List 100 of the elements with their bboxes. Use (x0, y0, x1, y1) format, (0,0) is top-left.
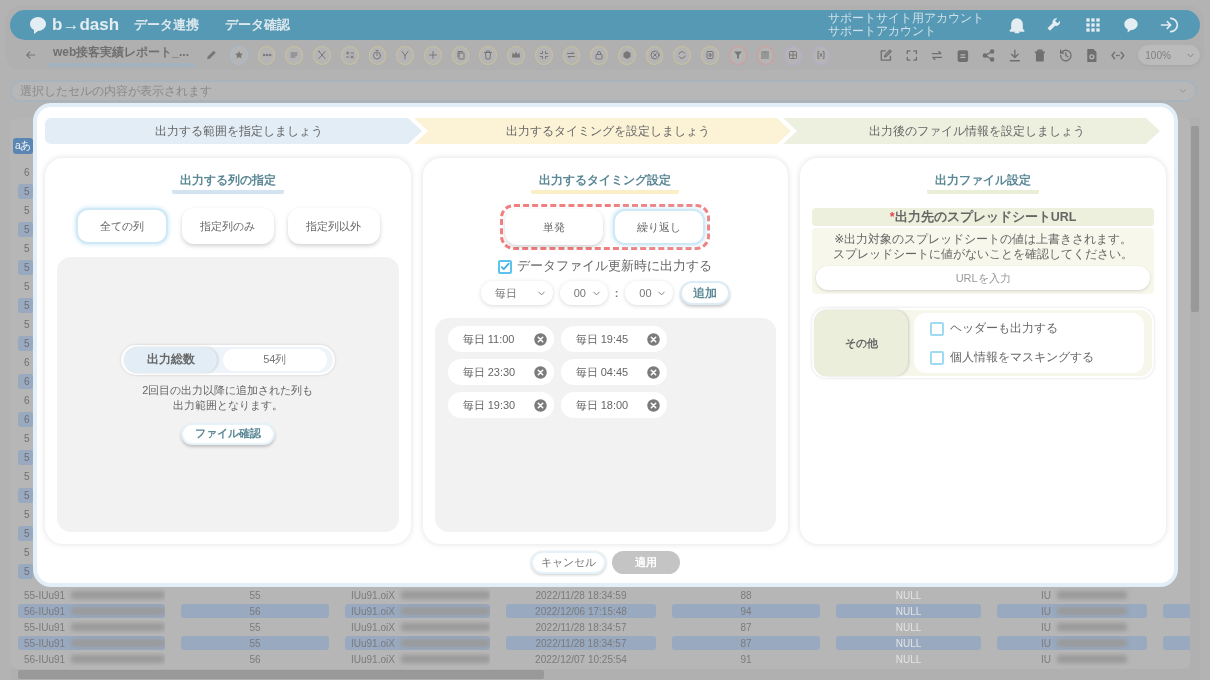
tool-button[interactable] (340, 45, 359, 65)
refresh-icon (676, 49, 689, 61)
plus-icon (426, 49, 439, 61)
tool-button[interactable] (756, 45, 775, 65)
schedule-time: 毎日 18:00 (575, 397, 629, 413)
tool-button[interactable] (534, 45, 553, 65)
table-cell: 56 (249, 605, 261, 617)
columns-icon (759, 49, 772, 61)
back-arrow-icon[interactable] (24, 48, 37, 62)
checkbox-label: データファイル更新時に出力する (517, 258, 713, 275)
tool-button[interactable] (562, 45, 581, 65)
add-button[interactable]: 追加 (680, 281, 731, 305)
table-cell: 5 (18, 526, 33, 541)
remove-icon[interactable] (532, 397, 548, 413)
cancel-button[interactable]: キャンセル (531, 551, 606, 574)
tool-button[interactable] (812, 45, 830, 65)
schedule-time: 毎日 23:30 (462, 364, 516, 380)
tool-button[interactable] (618, 45, 636, 65)
table-cell: 55-IUu91 (24, 621, 66, 633)
bell-icon[interactable] (1007, 15, 1027, 35)
remove-icon[interactable] (532, 364, 548, 380)
option-button[interactable]: 全ての列 (75, 208, 168, 244)
table-cell-text: 5 (23, 242, 31, 256)
tool-button[interactable] (285, 45, 304, 65)
tool-button[interactable] (507, 45, 525, 65)
tool-button[interactable] (673, 45, 692, 65)
url-input-field[interactable]: URLを入力 (816, 266, 1150, 290)
option-button[interactable]: 指定列のみ (181, 208, 274, 244)
time-select[interactable]: 00 (559, 281, 608, 305)
table-cell: 5 (18, 564, 33, 579)
step-banner: 出力後のファイル情報を設定しましょう (783, 118, 1160, 144)
option-button[interactable]: 指定列以外 (287, 208, 380, 244)
tool-button[interactable] (229, 45, 248, 65)
table-cell-text: 5 (23, 280, 31, 294)
option-button[interactable]: 繰り返し (613, 209, 706, 245)
tool-button[interactable] (451, 45, 470, 65)
table-cell: 56 (249, 653, 261, 665)
table-cell-text: 6 (23, 166, 31, 180)
copy-icon (454, 49, 467, 61)
logout-icon[interactable] (1159, 15, 1179, 35)
fork-icon (399, 49, 412, 61)
tool-button[interactable] (396, 45, 414, 65)
pencil-icon[interactable] (204, 48, 218, 62)
tool-button[interactable] (368, 45, 387, 65)
table-cell-text: 5 (23, 508, 31, 522)
remove-icon[interactable] (645, 397, 661, 413)
table-cell: IU (1041, 605, 1051, 617)
checkbox[interactable] (930, 321, 945, 336)
remove-icon[interactable] (532, 331, 548, 347)
table-cell-text: 5 (23, 204, 31, 218)
blurred-text (1057, 623, 1127, 631)
file-check-button[interactable]: ファイル確認 (180, 422, 275, 445)
tool-button[interactable] (590, 45, 608, 65)
tool-button[interactable] (423, 45, 442, 65)
table-cell: 55-IUu91 (24, 637, 66, 649)
time-select[interactable]: 毎日 (480, 281, 553, 305)
table-cell: 2022/12/07 10:25:54 (535, 653, 627, 665)
table-cell: 56-IUu91 (24, 653, 66, 665)
table-cell: 2022/12/06 17:15:48 (535, 605, 627, 617)
tool-button[interactable] (728, 45, 747, 65)
tool-button[interactable] (257, 45, 276, 65)
remove-icon[interactable] (645, 364, 661, 380)
schedule-time: 毎日 04:45 (575, 364, 629, 380)
apps-grid-icon[interactable] (1083, 15, 1103, 35)
time-select[interactable]: 00 (625, 281, 674, 305)
tool-button[interactable] (784, 45, 802, 65)
share-icon[interactable] (980, 46, 997, 64)
table-cell: NULL (895, 605, 922, 617)
tool-button[interactable] (313, 45, 331, 65)
tool-button[interactable] (645, 45, 664, 65)
nav-link[interactable]: データ連携 (134, 16, 199, 34)
time-separator: : (614, 287, 619, 299)
calculator-icon (343, 49, 356, 61)
logo-text[interactable]: b→dash (52, 15, 120, 35)
table-cell: 2022/11/28 18:34:57 (535, 637, 627, 649)
stopwatch-icon (371, 49, 384, 61)
table-cell: 5 (18, 488, 33, 503)
remove-icon[interactable] (645, 331, 661, 347)
table-cell: 87 (740, 621, 752, 633)
chat-bubble-icon[interactable] (1121, 15, 1141, 35)
field-label: *出力先のスプレッドシートURL (889, 208, 1077, 226)
tool-button[interactable] (701, 45, 719, 65)
scissors-icon (315, 49, 328, 61)
schedule-time: 毎日 19:45 (575, 331, 629, 347)
table-cell-text: 6 (23, 394, 31, 408)
scrollbar-thumb[interactable] (1191, 126, 1199, 312)
option-button[interactable]: 単発 (505, 209, 604, 245)
step-banner: 出力する範囲を指定しましょう (45, 118, 422, 144)
nav-link[interactable]: データ確認 (225, 16, 290, 34)
step-banner: 出力するタイミングを設定しましょう (414, 118, 791, 144)
chevron-icon (1178, 86, 1188, 96)
checkbox[interactable] (498, 259, 513, 274)
table-cell-text: 5 (23, 470, 31, 484)
column-header-chip[interactable]: aあ (13, 138, 33, 154)
checkbox[interactable] (930, 350, 945, 365)
table-cell: 6 (18, 412, 33, 427)
account-name: サポートサイト用アカウント サポートアカウント (828, 12, 984, 38)
tool-button[interactable] (479, 45, 498, 65)
grid-icon (787, 49, 800, 61)
scrollbar-thumb[interactable] (18, 670, 544, 679)
